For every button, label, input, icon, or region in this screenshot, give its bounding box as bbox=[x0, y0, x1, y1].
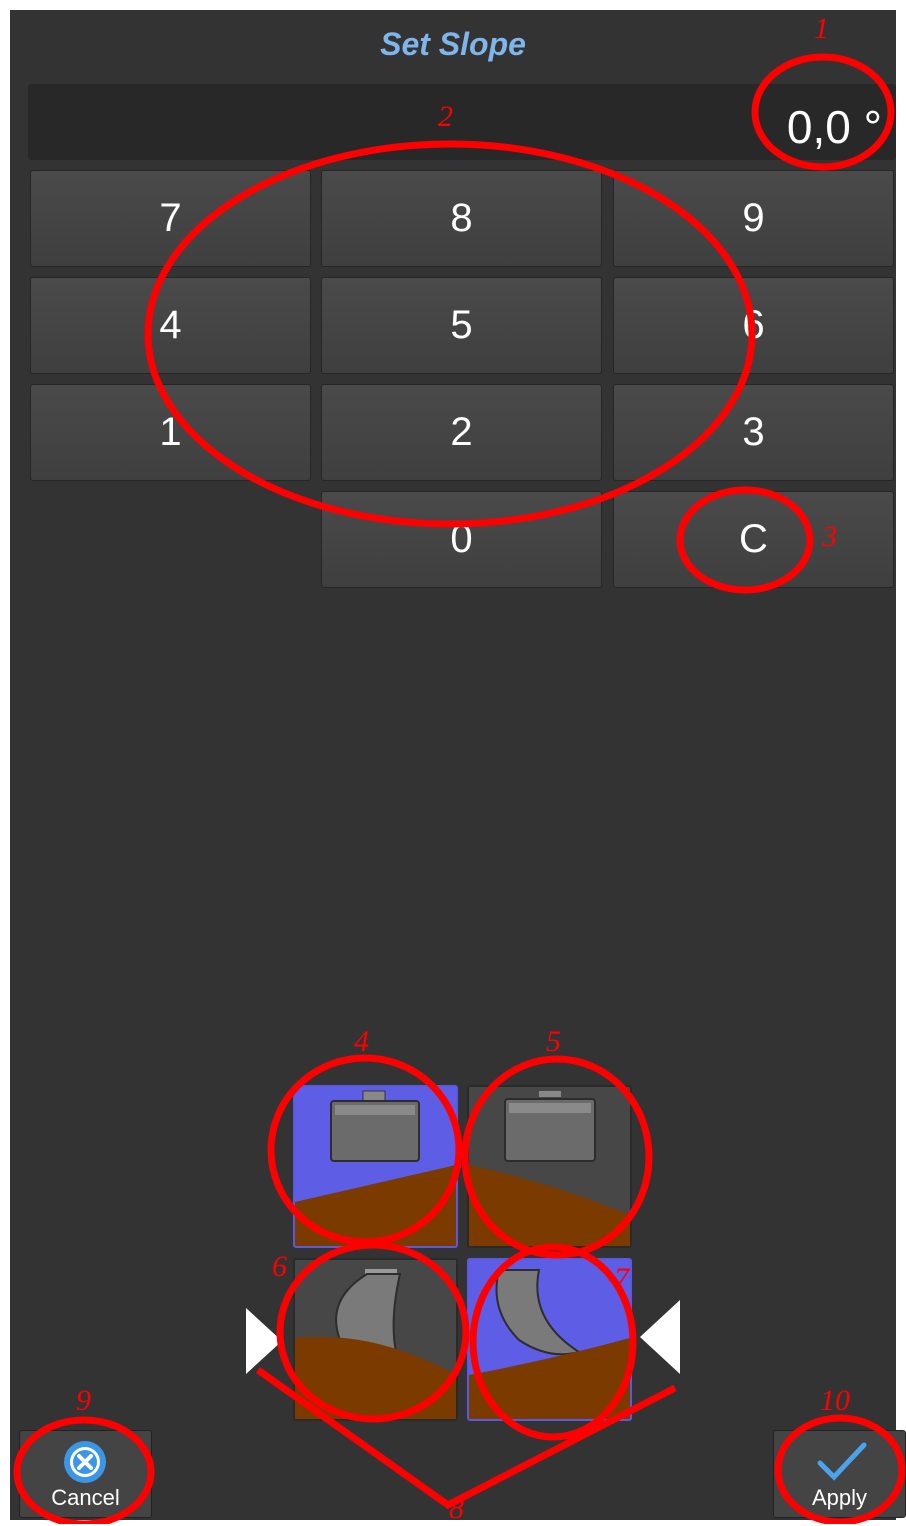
apply-button[interactable]: Apply bbox=[773, 1430, 906, 1518]
key-7[interactable]: 7 bbox=[30, 170, 311, 267]
annotation-3: 3 bbox=[822, 520, 837, 553]
key-9[interactable]: 9 bbox=[613, 170, 894, 267]
key-1[interactable]: 1 bbox=[30, 384, 311, 481]
pointer-left-icon bbox=[640, 1300, 680, 1374]
dialog-title: Set Slope bbox=[380, 26, 526, 62]
value-display: 0,0 ° bbox=[28, 84, 896, 160]
cancel-button[interactable]: Cancel bbox=[19, 1430, 152, 1518]
annotation-8: 8 bbox=[449, 1492, 464, 1525]
key-clear[interactable]: C bbox=[613, 491, 894, 588]
level-mount-icon bbox=[295, 1090, 456, 1246]
annotation-2: 2 bbox=[438, 100, 453, 133]
annotation-5: 5 bbox=[546, 1025, 561, 1058]
mount-option-3[interactable] bbox=[293, 1258, 458, 1421]
annotation-6: 6 bbox=[272, 1250, 287, 1283]
key-8[interactable]: 8 bbox=[321, 170, 602, 267]
annotation-4: 4 bbox=[354, 1025, 369, 1058]
annotation-1: 1 bbox=[814, 12, 829, 45]
annotation-9: 9 bbox=[76, 1384, 91, 1417]
key-3[interactable]: 3 bbox=[613, 384, 894, 481]
annotation-10: 10 bbox=[820, 1384, 850, 1417]
flat-mount-icon bbox=[469, 1091, 630, 1246]
mount-option-1[interactable] bbox=[293, 1085, 458, 1248]
key-6[interactable]: 6 bbox=[613, 277, 894, 374]
cancel-label: Cancel bbox=[51, 1485, 120, 1510]
mount-option-4[interactable] bbox=[467, 1258, 632, 1421]
mount-option-2[interactable] bbox=[467, 1085, 632, 1248]
curved-blade-right-icon bbox=[469, 1269, 630, 1419]
annotation-7: 7 bbox=[614, 1262, 629, 1295]
slope-value: 0,0 ° bbox=[786, 101, 882, 153]
curved-blade-left-icon bbox=[295, 1269, 456, 1419]
key-2[interactable]: 2 bbox=[321, 384, 602, 481]
cancel-icon bbox=[64, 1441, 106, 1483]
key-0[interactable]: 0 bbox=[321, 491, 602, 588]
checkmark-icon bbox=[817, 1442, 867, 1481]
key-4[interactable]: 4 bbox=[30, 277, 311, 374]
key-5[interactable]: 5 bbox=[321, 277, 602, 374]
pointer-right-icon bbox=[246, 1308, 282, 1374]
apply-label: Apply bbox=[811, 1485, 868, 1510]
